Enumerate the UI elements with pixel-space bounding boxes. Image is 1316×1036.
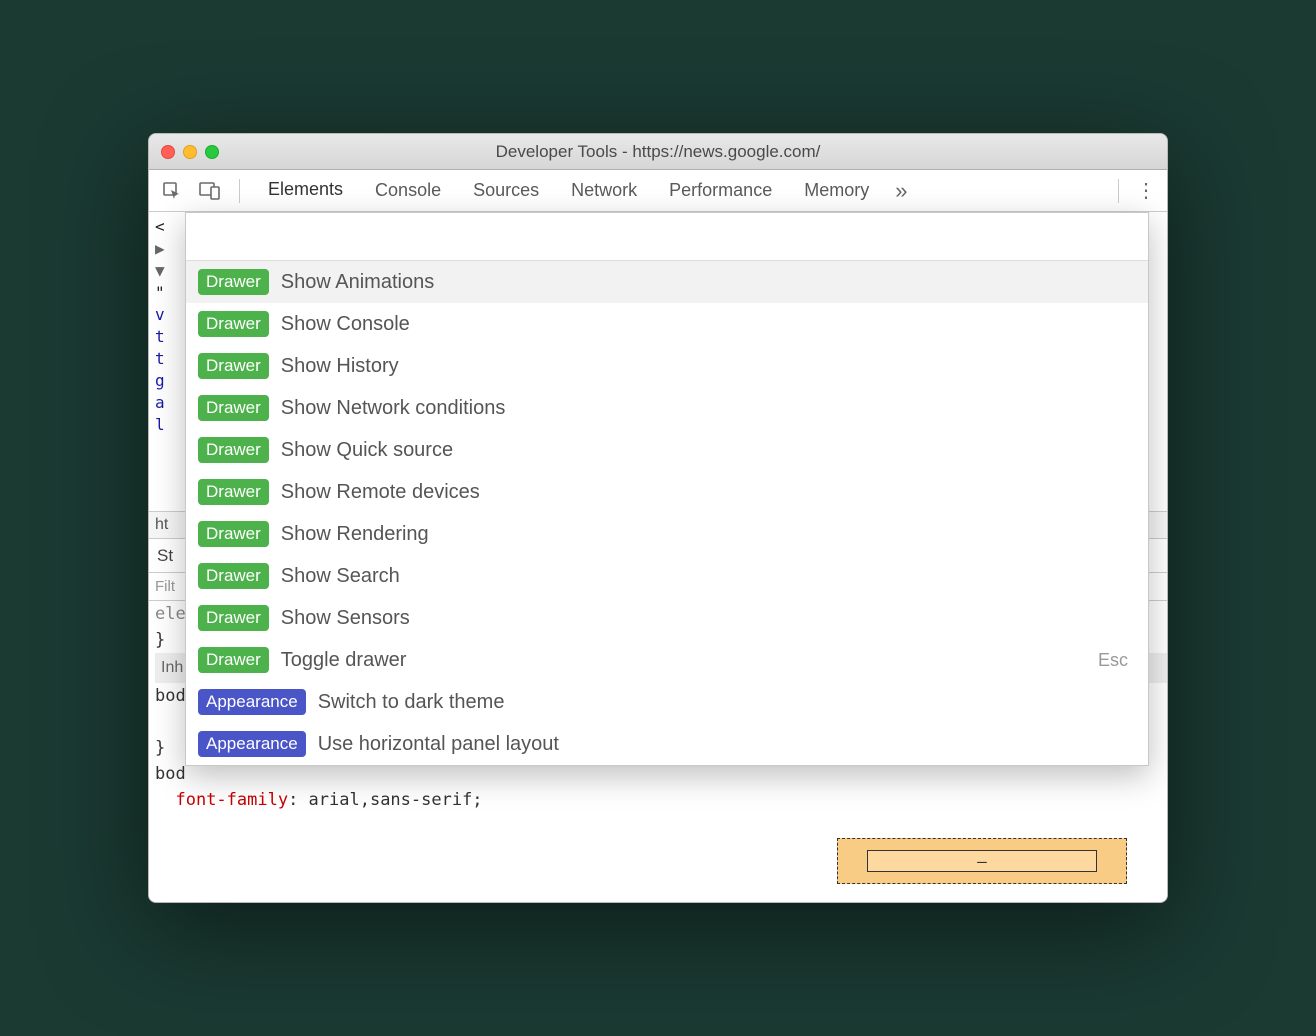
command-item[interactable]: Drawer Show Search [186,555,1148,597]
command-item[interactable]: Drawer Show Remote devices [186,471,1148,513]
titlebar: Developer Tools - https://news.google.co… [149,134,1167,170]
devtools-toolbar: Elements Console Sources Network Perform… [149,170,1167,212]
command-item[interactable]: Drawer Show Network conditions [186,387,1148,429]
command-label: Show Animations [281,271,1136,294]
appearance-badge: Appearance [198,731,306,757]
toolbar-separator [239,179,240,203]
command-label: Show Search [281,565,1136,588]
style-brace: } [155,738,165,758]
device-toggle-icon[interactable] [193,174,227,208]
drawer-badge: Drawer [198,605,269,631]
tab-console[interactable]: Console [359,170,457,211]
tab-network[interactable]: Network [555,170,653,211]
command-list: DrawerShow AnimationsDrawerShow ConsoleD… [186,261,1148,765]
command-label: Show Rendering [281,523,1136,546]
command-item[interactable]: Drawer Show Rendering [186,513,1148,555]
command-item[interactable]: Drawer Show Animations [186,261,1148,303]
drawer-badge: Drawer [198,521,269,547]
minimize-window-button[interactable] [183,145,197,159]
style-brace: } [155,630,165,650]
drawer-badge: Drawer [198,353,269,379]
style-selector: bod [155,764,186,784]
drawer-badge: Drawer [198,437,269,463]
command-item[interactable]: Appearance Switch to dark theme [186,681,1148,723]
zoom-window-button[interactable] [205,145,219,159]
appearance-badge: Appearance [198,689,306,715]
command-item[interactable]: Drawer Toggle drawer Esc [186,639,1148,681]
css-property: font-family [175,790,288,810]
command-input-row [186,213,1148,261]
command-label: Show Quick source [281,439,1136,462]
command-menu: DrawerShow AnimationsDrawerShow ConsoleD… [185,212,1149,766]
drawer-badge: Drawer [198,479,269,505]
command-label: Show Sensors [281,607,1136,630]
command-label: Switch to dark theme [318,691,1136,714]
style-selector: bod [155,686,186,706]
drawer-badge: Drawer [198,647,269,673]
css-value: : arial,sans-serif; [288,790,482,810]
box-model: – [837,838,1127,884]
command-label: Show Console [281,313,1136,336]
tab-memory[interactable]: Memory [788,170,885,211]
command-label: Show Network conditions [281,397,1136,420]
more-tabs-icon[interactable]: » [885,178,917,204]
tab-elements[interactable]: Elements [252,170,359,211]
drawer-badge: Drawer [198,395,269,421]
drawer-badge: Drawer [198,269,269,295]
devtools-window: Developer Tools - https://news.google.co… [148,133,1168,903]
drawer-badge: Drawer [198,563,269,589]
style-selector: ele [155,604,186,624]
command-item[interactable]: Drawer Show Console [186,303,1148,345]
settings-menu-icon[interactable]: ⋮ [1131,178,1161,203]
command-shortcut: Esc [1098,650,1136,671]
command-item[interactable]: Drawer Show History [186,345,1148,387]
box-model-center: – [867,850,1097,872]
command-input[interactable] [196,226,1138,247]
command-item[interactable]: Drawer Show Sensors [186,597,1148,639]
drawer-badge: Drawer [198,311,269,337]
window-title: Developer Tools - https://news.google.co… [149,142,1167,162]
command-item[interactable]: Appearance Use horizontal panel layout [186,723,1148,765]
command-label: Toggle drawer [281,649,1086,672]
tab-performance[interactable]: Performance [653,170,788,211]
toolbar-separator [1118,179,1119,203]
panel-tabs: Elements Console Sources Network Perform… [252,170,1106,211]
command-item[interactable]: Drawer Show Quick source [186,429,1148,471]
command-label: Show History [281,355,1136,378]
inspect-element-icon[interactable] [155,174,189,208]
command-label: Use horizontal panel layout [318,733,1136,756]
traffic-lights [149,145,219,159]
command-label: Show Remote devices [281,481,1136,504]
tab-sources[interactable]: Sources [457,170,555,211]
close-window-button[interactable] [161,145,175,159]
